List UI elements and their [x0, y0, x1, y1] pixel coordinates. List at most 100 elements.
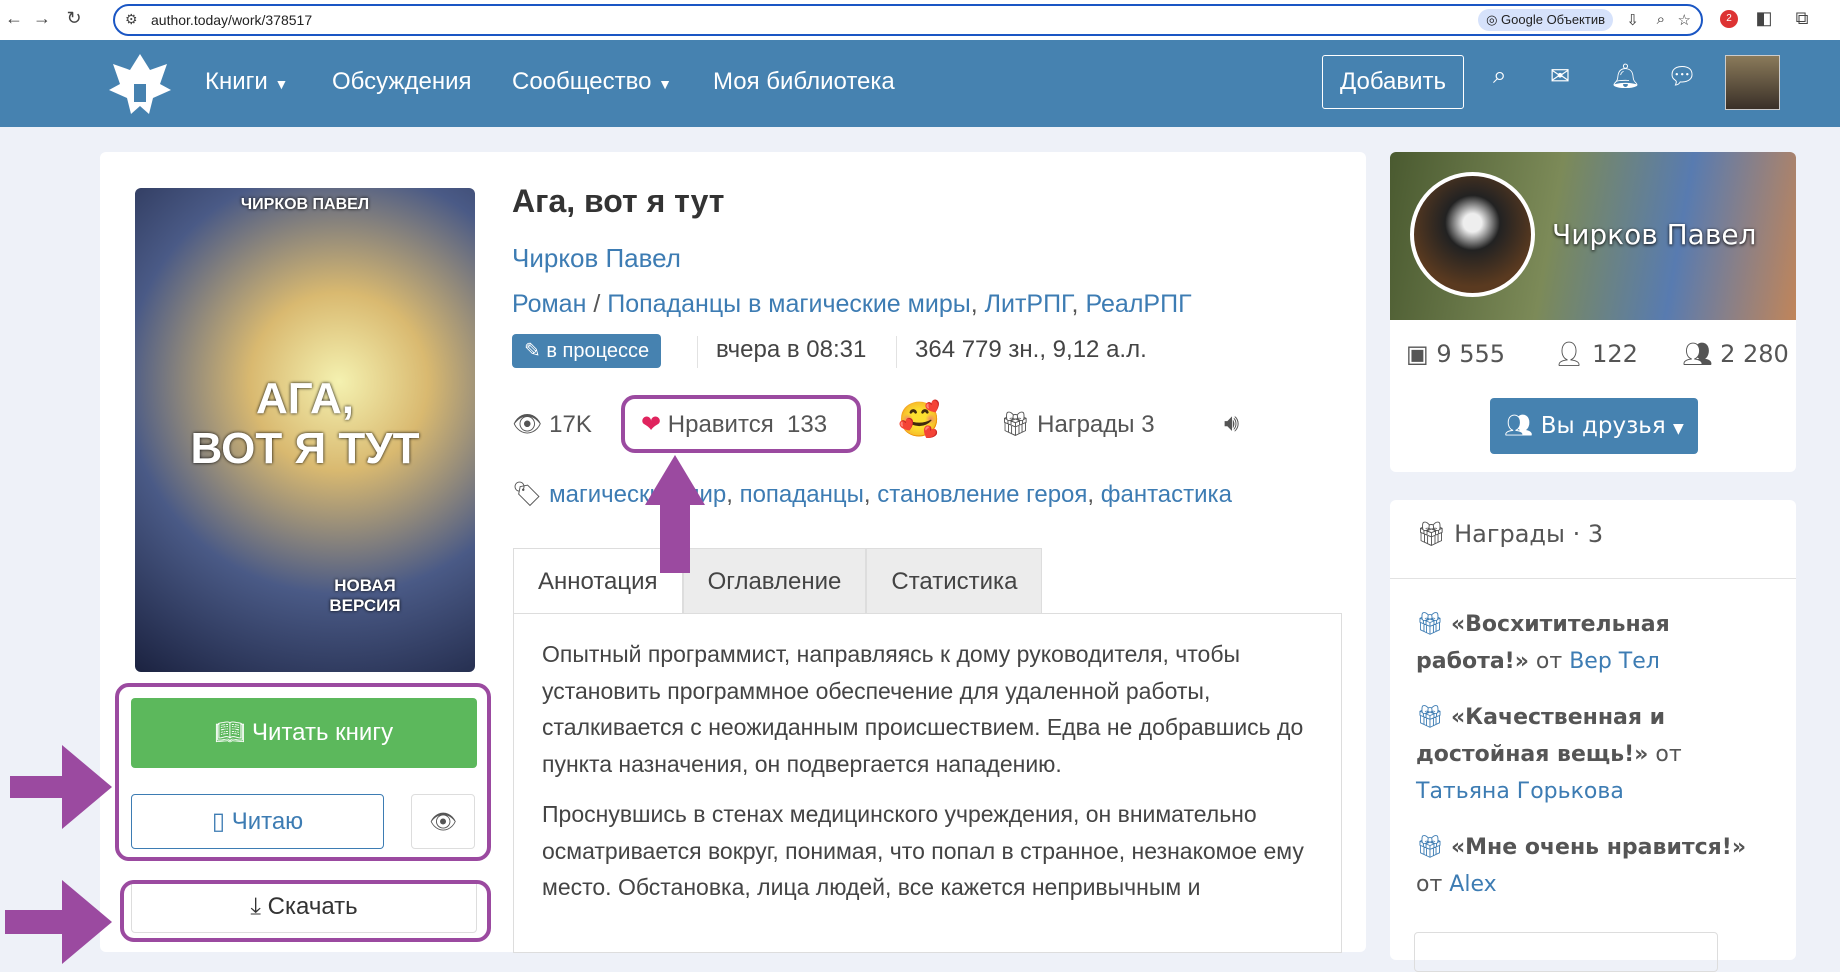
gift-icon: 🎁︎ [1416, 835, 1444, 860]
lens-label: Google Объектив [1501, 12, 1605, 27]
nav-my-library[interactable]: Моя библиотека [713, 68, 895, 96]
gift-icon: 🎁︎ [1416, 612, 1444, 637]
extension-icon[interactable]: 2 [1720, 10, 1738, 28]
bell-icon[interactable]: 🔔︎ [1610, 62, 1640, 91]
author-avatar[interactable] [1410, 172, 1535, 297]
site-info-icon[interactable]: ⚙ [125, 11, 138, 28]
chevron-down-icon: ▼ [274, 76, 289, 92]
nav-discussions[interactable]: Обсуждения [332, 68, 471, 96]
awards-label: Награды 3 [1037, 411, 1155, 438]
mail-icon[interactable]: ✉ [1550, 62, 1570, 91]
site-logo-icon[interactable] [105, 50, 175, 118]
nav-books[interactable]: Книги ▼ [205, 68, 288, 96]
tag-link[interactable]: фантастика [1101, 481, 1232, 508]
genre-link[interactable]: ЛитРПГ [985, 290, 1072, 318]
arrow-shaft [660, 503, 690, 573]
nav-community[interactable]: Сообщество ▼ [512, 68, 672, 96]
awards-count: 3 [1587, 520, 1604, 548]
tab-statistics[interactable]: Статистика [866, 548, 1043, 614]
award-from-link[interactable]: Татьяна Горькова [1416, 779, 1624, 804]
forward-icon[interactable]: → [30, 8, 54, 29]
tag-link[interactable]: становление героя [877, 481, 1087, 508]
audio-icon[interactable]: 🔊︎ [1224, 410, 1239, 438]
status-badge: ✎ в процессе [512, 334, 662, 368]
gift-icon: 🎁︎ [1000, 411, 1031, 438]
nav-community-label: Сообщество [512, 68, 652, 95]
back-icon[interactable]: ← [2, 8, 26, 29]
arrow-right-icon [62, 745, 112, 829]
views-count: 17K [549, 411, 592, 438]
extension-badge: 2 [1726, 13, 1732, 24]
arrow-shaft [5, 910, 65, 934]
tag-link[interactable]: попаданцы [740, 481, 864, 508]
reaction-emoji-icon[interactable]: 🥰 [898, 400, 940, 440]
award-name: «Мне очень нравится!» [1450, 835, 1747, 860]
author-books-stat[interactable]: ▣ 9 555 [1406, 340, 1505, 368]
bookmark-star-icon[interactable]: ☆ [1678, 11, 1691, 29]
gift-icon: 🎁︎ [1416, 520, 1447, 548]
book-title: Ага, вот я тут [512, 183, 725, 219]
author-friends-stat[interactable]: 👥︎ 2 280 [1682, 340, 1789, 368]
add-button[interactable]: Добавить [1322, 55, 1464, 109]
cover-title-2: ВОТ Я ТУТ [190, 424, 420, 473]
award-by: от [1655, 742, 1682, 767]
address-bar[interactable]: ⚙ author.today/work/378517 ◎ Google Объе… [113, 4, 1703, 36]
friends-label: Вы друзья [1540, 413, 1666, 439]
author-followers-stat[interactable]: 👤︎ 122 [1554, 340, 1638, 368]
award-from-link[interactable]: Alex [1449, 872, 1496, 897]
tab-annotation[interactable]: Аннотация [513, 548, 683, 614]
tag-icon: 🏷︎ [512, 481, 543, 508]
genre-link[interactable]: Попаданцы в магические миры [607, 290, 970, 318]
search-icon[interactable]: ⌕ [1493, 62, 1506, 90]
install-icon[interactable]: ⇩ [1626, 11, 1639, 29]
annotation-paragraph: Опытный программист, направляясь к дому … [542, 641, 1304, 777]
user-avatar[interactable] [1725, 55, 1780, 110]
arrow-up-icon [645, 455, 705, 505]
users-icon: 👥︎ [1504, 413, 1534, 439]
cover-author: ЧИРКОВ ПАВЕЛ [240, 196, 370, 213]
nav-books-label: Книги [205, 68, 268, 95]
genre-line: Роман / Попаданцы в магические миры, Лит… [512, 290, 1192, 318]
award-item: 🎁︎ «Мне очень нравится!» от Alex [1416, 829, 1776, 903]
author-name[interactable]: Чирков Павел [1552, 218, 1756, 251]
author-link[interactable]: Чирков Павел [512, 243, 681, 274]
form-link[interactable]: Роман [512, 290, 586, 318]
status-text: в процессе [546, 340, 650, 362]
friends-count: 2 280 [1720, 340, 1789, 368]
awards-title: Награды [1454, 520, 1565, 548]
gift-icon: 🎁︎ [1416, 705, 1444, 730]
book-size: 364 779 зн., 9,12 а.л. [896, 336, 1147, 368]
book-cover[interactable]: ЧИРКОВ ПАВЕЛ АГА, ВОТ Я ТУТ НОВАЯ ВЕРСИЯ [135, 188, 475, 672]
awards-button[interactable]: 🎁︎ Награды 3 [1000, 410, 1155, 439]
chevron-down-icon: ▼ [658, 76, 672, 92]
cover-badge-2: ВЕРСИЯ [329, 596, 401, 615]
book-tabs: Аннотация Оглавление Статистика [513, 548, 1043, 614]
google-lens-button[interactable]: ◎ Google Объектив [1478, 9, 1613, 31]
extensions-puzzle-icon[interactable]: ⧉ [1790, 8, 1814, 29]
reload-icon[interactable]: ↻ [62, 8, 86, 29]
award-by: от [1535, 649, 1563, 674]
highlight-box [115, 683, 491, 861]
site-navbar: Книги ▼ Обсуждения Сообщество ▼ Моя библ… [0, 40, 1840, 127]
all-awards-button[interactable] [1414, 932, 1718, 972]
award-by: от [1416, 872, 1443, 897]
user-heart-icon: 👤︎ [1554, 340, 1585, 368]
friends-dropdown-button[interactable]: 👥︎ Вы друзья ▼ [1490, 398, 1698, 454]
views-stat: 👁︎ 17K [512, 410, 592, 439]
arrow-right-icon [62, 880, 112, 964]
chat-icon[interactable]: 💬︎ [1667, 62, 1697, 91]
cover-title-1: АГА, [256, 374, 354, 423]
updated-time: вчера в 08:31 [697, 336, 866, 368]
tab-contents[interactable]: Оглавление [682, 548, 867, 614]
author-card: Чирков Павел ▣ 9 555 👤︎ 122 👥︎ 2 280 👥︎ … [1390, 152, 1796, 472]
genre-link[interactable]: РеалРПГ [1085, 290, 1191, 318]
url-text[interactable]: author.today/work/378517 [151, 12, 312, 28]
tags-line: 🏷︎ магический мир, попаданцы, становлени… [512, 481, 1232, 508]
extension-2-icon[interactable]: ◧ [1752, 8, 1776, 29]
divider [1390, 578, 1796, 579]
award-from-link[interactable]: Вер Тел [1569, 649, 1660, 674]
zoom-icon[interactable]: ⌕ [1657, 11, 1665, 28]
award-item: 🎁︎ «Качественная и достойная вещь!» от Т… [1416, 699, 1776, 810]
caret-down-icon: ▼ [1673, 421, 1684, 437]
award-name: «Качественная и достойная вещь!» [1416, 705, 1666, 767]
